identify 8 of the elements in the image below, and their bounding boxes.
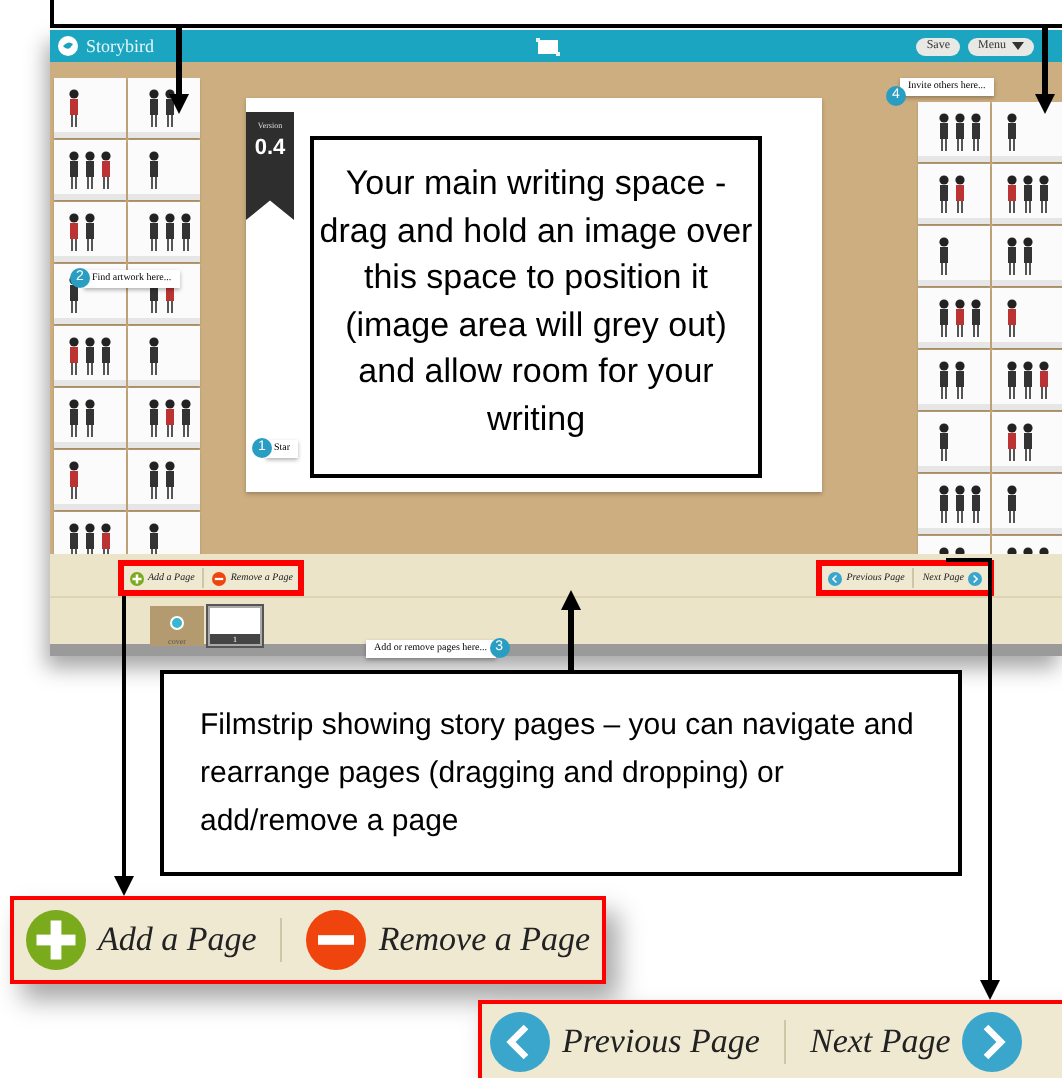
previous-page-button[interactable]: Previous Page (490, 1012, 760, 1072)
app-logo: Storybird (86, 36, 155, 56)
add-page-button[interactable]: Add a Page (26, 910, 257, 970)
next-page-button[interactable]: Next Page (809, 1012, 1023, 1072)
callout-text: Filmstrip showing story pages – you can navigate and rearrange pages (dragging and dropping) or add/remove a page (160, 670, 962, 876)
version-number: 0.4 (254, 136, 286, 160)
remove-page-button[interactable]: Remove a Page (306, 910, 591, 970)
callout-text: Your main writing space - drag and hold an image over this space to position it (image area will grey out) and allow room for your writing (310, 136, 762, 478)
